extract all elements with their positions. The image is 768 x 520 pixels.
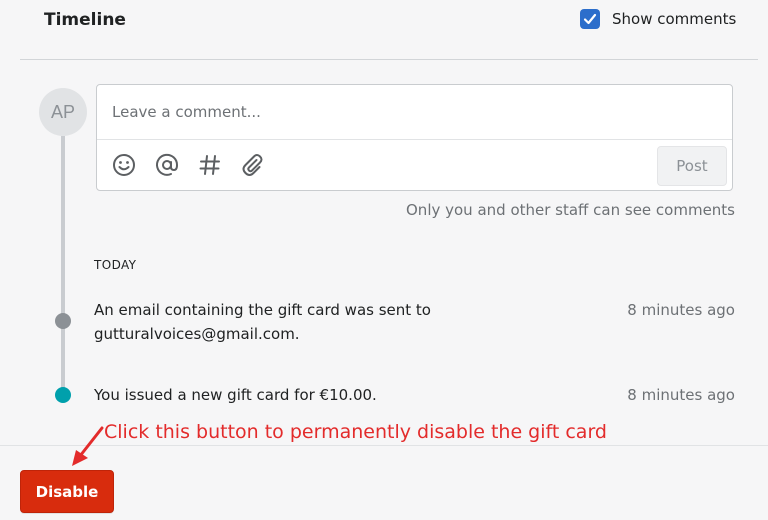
comment-input[interactable] [97,85,732,139]
event-text: An email containing the gift card was se… [94,301,431,343]
event-dot [55,313,71,329]
privacy-note: Only you and other staff can see comment… [406,201,735,219]
show-comments-toggle[interactable]: Show comments [580,9,736,29]
header-divider [20,59,758,60]
annotation-arrow-icon [72,426,104,466]
post-button[interactable]: Post [657,146,727,186]
comment-composer: Post [96,84,733,191]
event-time: 8 minutes ago [627,386,735,404]
hashtag-icon[interactable] [197,152,223,178]
mention-icon[interactable] [154,152,180,178]
attachment-icon[interactable] [240,152,266,178]
emoji-icon[interactable] [111,152,137,178]
show-comments-label: Show comments [612,10,737,28]
day-label: TODAY [94,258,137,272]
avatar: AP [39,88,87,136]
comment-toolbar: Post [97,139,732,191]
timeline-title: Timeline [44,10,126,30]
checkbox-checked-icon[interactable] [580,9,600,29]
event-time: 8 minutes ago [627,301,735,319]
disable-button[interactable]: Disable [20,470,114,513]
annotation-text: Click this button to permanently disable… [104,421,607,443]
timeline-line [61,136,65,396]
footer-divider [0,445,768,446]
event-dot [55,387,71,403]
event-text: You issued a new gift card for €10.00. [94,386,377,404]
